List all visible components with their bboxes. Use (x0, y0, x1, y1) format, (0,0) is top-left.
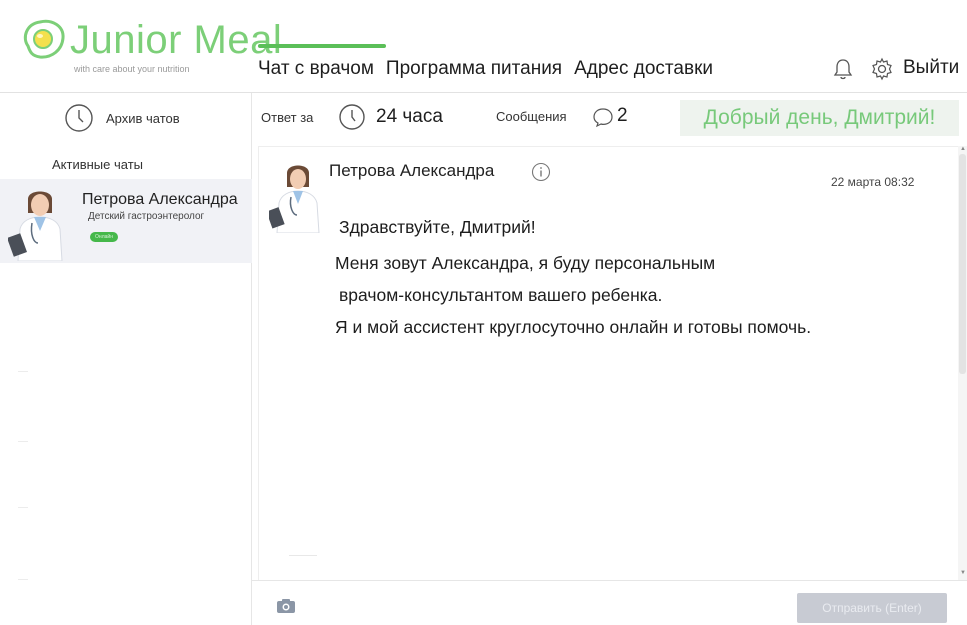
online-status-badge: Онлайн (90, 232, 118, 242)
clock-icon (65, 104, 93, 132)
message-composer: Отправить (Enter) (252, 580, 967, 625)
messages-count: 2 (617, 105, 628, 126)
brand-tagline: with care about your nutrition (74, 64, 190, 74)
brand-logo[interactable]: Junior Meal with care about your nutriti… (14, 10, 282, 88)
nav-chat-with-doctor[interactable]: Чат с врачом (258, 58, 374, 80)
active-nav-indicator (258, 44, 386, 48)
egg-logo-icon (23, 19, 65, 59)
bell-icon[interactable] (833, 58, 853, 80)
clock-icon (339, 104, 365, 130)
chats-sidebar: Архив чатов Активные чаты Петрова Алекса… (0, 93, 252, 625)
scrollbar-thumb[interactable] (959, 154, 966, 374)
sidebar-divider (18, 441, 28, 442)
message-author-avatar (269, 159, 329, 233)
nav-nutrition-program[interactable]: Программа питания (386, 58, 562, 80)
thread-end-divider (289, 555, 317, 556)
chat-doctor-name: Петрова Александра (82, 191, 238, 208)
chat-info-bar: Ответ за 24 часа Сообщения 2 Добрый день… (252, 93, 967, 143)
message-timestamp: 22 марта 08:32 (831, 175, 915, 189)
info-icon[interactable] (531, 162, 551, 182)
send-button[interactable]: Отправить (Enter) (797, 593, 947, 623)
message-line: Здравствуйте, Дмитрий! (339, 217, 536, 237)
camera-icon[interactable] (276, 598, 296, 614)
thread-scrollbar[interactable]: ▲ ▼ (958, 146, 967, 580)
scroll-down-arrow-icon[interactable]: ▼ (960, 570, 966, 576)
greeting-banner: Добрый день, Дмитрий! (680, 100, 959, 136)
nav-delivery-address[interactable]: Адрес доставки (574, 58, 713, 80)
chat-doctor-specialty: Детский гастроэнтеролог (88, 211, 205, 222)
message-thread: Петрова Александра 22 марта 08:32 Здравс… (258, 146, 958, 580)
chat-list-item[interactable]: Петрова Александра Детский гастроэнтерол… (0, 179, 252, 263)
messages-label: Сообщения (496, 109, 567, 124)
sidebar-divider (18, 371, 28, 372)
archive-chats-label: Архив чатов (106, 110, 180, 126)
active-chats-heading: Активные чаты (52, 157, 144, 172)
message-line: врачом-консультантом вашего ребенка. (339, 285, 663, 305)
scroll-up-arrow-icon[interactable]: ▲ (960, 146, 966, 152)
doctor-avatar (8, 183, 74, 261)
main-nav: Чат с врачом Программа питания Адрес дос… (258, 58, 713, 80)
gear-icon[interactable] (870, 57, 894, 81)
logout-link[interactable]: Выйти (903, 57, 959, 79)
response-time-value: 24 часа (376, 106, 443, 127)
sidebar-divider (18, 507, 28, 508)
message-line: Меня зовут Александра, я буду персональн… (335, 253, 716, 273)
speech-bubble-icon (593, 108, 613, 128)
sidebar-divider (18, 579, 28, 580)
message-line: Я и мой ассистент круглосуточно онлайн и… (335, 317, 812, 337)
brand-name: Junior Meal (70, 18, 283, 62)
message-author-name: Петрова Александра (329, 161, 495, 180)
app-header: Junior Meal with care about your nutriti… (0, 0, 967, 92)
archive-chats-button[interactable]: Архив чатов (64, 103, 180, 133)
response-time-label: Ответ за (261, 110, 314, 125)
